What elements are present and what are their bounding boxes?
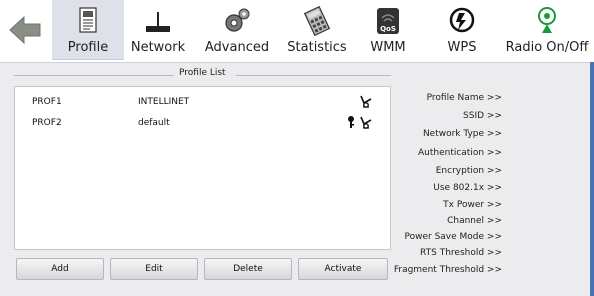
svg-text:QoS: QoS <box>380 25 396 33</box>
tab-network[interactable]: Network <box>126 0 190 60</box>
profile-name-label: Profile Name >> <box>426 93 502 103</box>
channel-label: Channel >> <box>447 216 502 226</box>
toolbar: Profile Network Advanced Statistics QoS … <box>0 0 594 62</box>
tab-statistics-label: Statistics <box>287 40 347 55</box>
authentication-label: Authentication >> <box>417 148 502 158</box>
back-arrow-icon[interactable] <box>8 14 42 46</box>
fragment-threshold-label: Fragment Threshold >> <box>393 265 502 275</box>
tab-radio-on-off-label: Radio On/Off <box>505 40 589 55</box>
calculator-icon <box>301 5 333 37</box>
network-type-label: Network Type >> <box>422 129 502 139</box>
use-8021x-label: Use 802.1x >> <box>433 183 502 193</box>
profile-list[interactable]: PROF1 INTELLINET PROF2 default <box>14 86 391 250</box>
wireless-signal-icon <box>358 114 374 130</box>
tab-radio-on-off[interactable]: Radio On/Off <box>504 0 590 60</box>
profile-name: PROF1 <box>32 97 62 107</box>
tab-advanced-label: Advanced <box>204 40 270 55</box>
tab-advanced[interactable]: Advanced <box>202 0 272 60</box>
profile-ssid: INTELLINET <box>138 97 190 107</box>
edit-button[interactable]: Edit <box>110 258 198 280</box>
profile-name: PROF2 <box>32 118 62 128</box>
tab-profile[interactable]: Profile <box>52 0 124 60</box>
tab-wmm[interactable]: QoS WMM <box>366 0 410 60</box>
power-save-mode-label: Power Save Mode >> <box>404 232 503 242</box>
group-divider-right <box>236 75 391 76</box>
wireless-signal-icon <box>358 93 374 109</box>
tab-wmm-label: WMM <box>370 40 406 55</box>
tab-wps-label: WPS <box>447 40 477 55</box>
encryption-label: Encryption >> <box>435 166 502 176</box>
window-edge <box>590 62 594 296</box>
group-divider-left <box>14 75 174 76</box>
qos-icon: QoS <box>372 6 404 36</box>
radio-icon <box>531 6 563 36</box>
list-item[interactable]: PROF1 INTELLINET <box>15 93 390 111</box>
tab-statistics[interactable]: Statistics <box>282 0 352 60</box>
tab-profile-label: Profile <box>67 40 109 55</box>
profile-icon <box>72 6 104 36</box>
rts-threshold-label: RTS Threshold >> <box>420 248 502 258</box>
activate-button[interactable]: Activate <box>298 258 388 280</box>
ssid-label: SSID >> <box>463 111 502 121</box>
add-button[interactable]: Add <box>16 258 104 280</box>
network-icon <box>142 6 174 36</box>
tab-network-label: Network <box>130 40 186 55</box>
gear-icon <box>221 6 253 36</box>
profile-ssid: default <box>138 118 170 128</box>
profile-list-title: Profile List <box>176 68 229 78</box>
tab-wps[interactable]: WPS <box>440 0 484 60</box>
key-icon <box>346 114 356 130</box>
delete-button[interactable]: Delete <box>204 258 292 280</box>
tx-power-label: Tx Power >> <box>443 200 502 210</box>
wps-icon <box>446 6 478 36</box>
list-item[interactable]: PROF2 default <box>15 114 390 132</box>
